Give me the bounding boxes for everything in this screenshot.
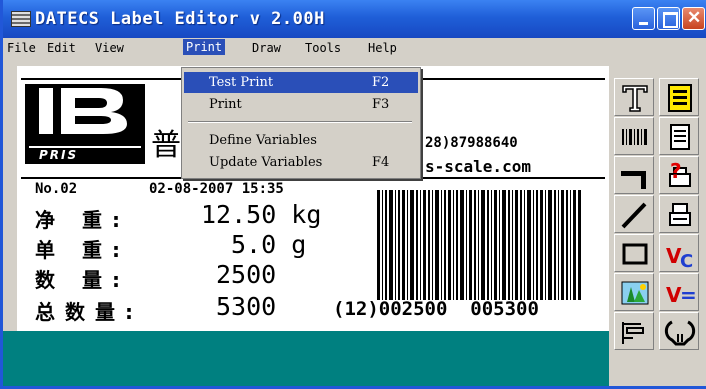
print-menu-dropdown: Test Print F2 Print F3 Define Variables …	[181, 67, 421, 179]
menu-draw[interactable]: Draw	[252, 41, 281, 55]
print-tool-icon[interactable]	[659, 195, 699, 233]
layout-tool-icon[interactable]	[614, 312, 654, 350]
svg-text:=: =	[680, 283, 696, 307]
crosshair-tool-icon[interactable]	[614, 156, 654, 194]
toolbox: ? VC V =	[612, 58, 706, 386]
total-quantity-label: 总数量:	[35, 300, 143, 324]
net-weight-label: 净 重:	[35, 208, 130, 232]
menu-print-item[interactable]: Print F3	[184, 94, 418, 115]
maximize-button[interactable]	[657, 7, 680, 30]
phone-number: 28)87988640	[425, 135, 518, 151]
logo-b-icon	[39, 88, 127, 134]
menu-help[interactable]: Help	[368, 41, 397, 55]
text-tool-icon[interactable]	[614, 78, 654, 116]
image-tool-icon[interactable]	[614, 273, 654, 311]
settings-tool-icon[interactable]	[659, 312, 699, 350]
variable-equals-icon[interactable]: V =	[659, 273, 699, 311]
logo-character: 普	[151, 128, 181, 163]
website: s-scale.com	[425, 157, 531, 176]
quantity-label: 数 量:	[35, 268, 130, 292]
quantity-value: 2500	[216, 260, 277, 289]
help-tool-icon[interactable]: ?	[659, 156, 699, 194]
logo: PRIS	[25, 84, 145, 164]
menu-test-print[interactable]: Test Print F2	[184, 72, 418, 93]
close-button[interactable]	[682, 7, 705, 30]
menu-view[interactable]: View	[95, 41, 124, 55]
workspace-background	[3, 331, 609, 386]
app-window: DATECS Label Editor v 2.00H File Edit Vi…	[0, 0, 706, 389]
menu-define-variables[interactable]: Define Variables	[184, 130, 418, 151]
title-bar[interactable]: DATECS Label Editor v 2.00H	[3, 0, 706, 38]
menu-print[interactable]: Print	[183, 39, 226, 55]
line-tool-icon[interactable]	[614, 195, 654, 233]
svg-text:?: ?	[670, 160, 682, 183]
rectangle-tool-icon[interactable]	[614, 234, 654, 272]
menu-edit[interactable]: Edit	[47, 41, 76, 55]
menu-tools[interactable]: Tools	[305, 41, 341, 55]
minimize-button[interactable]	[632, 7, 655, 30]
total-quantity-value: 5300	[216, 292, 277, 321]
menu-update-variables[interactable]: Update Variables F4	[184, 152, 418, 173]
menu-file[interactable]: File	[7, 41, 36, 55]
menu-bar: File Edit View Print Draw Tools Help	[3, 38, 706, 58]
variable-counter-icon[interactable]: VC	[659, 234, 699, 272]
unit-weight-value: 5.0 g	[231, 230, 307, 259]
menu-separator	[188, 121, 412, 123]
net-weight-value: 12.50 kg	[201, 200, 322, 229]
unit-weight-label: 单 重:	[35, 238, 130, 262]
app-icon	[11, 11, 31, 27]
barcode[interactable]	[377, 190, 581, 300]
text-box-tool-icon[interactable]	[659, 78, 699, 116]
svg-text:C: C	[680, 251, 693, 270]
label-number: No.02	[35, 181, 78, 197]
barcode-tool-icon[interactable]	[614, 117, 654, 155]
barcode-text: (12)002500 005300	[333, 298, 539, 320]
window-title: DATECS Label Editor v 2.00H	[35, 9, 325, 29]
label-datetime: 02-08-2007 15:35	[149, 181, 284, 197]
logo-subtitle: PRIS	[29, 146, 141, 162]
list-tool-icon[interactable]	[659, 117, 699, 155]
